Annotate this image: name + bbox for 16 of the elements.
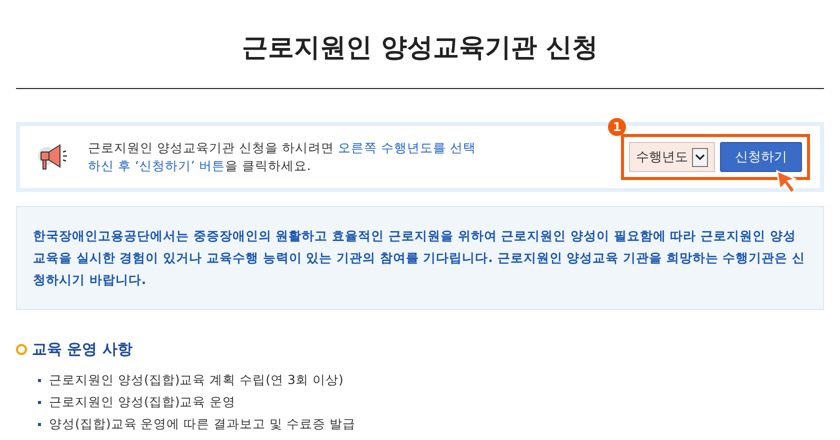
dropdown-icon — [692, 148, 708, 166]
list-item: 양성(집합)교육 운영에 따른 결과보고 및 수료증 발급 — [49, 415, 356, 433]
year-select[interactable]: 수행년도 — [629, 142, 715, 172]
step-badge: 1 — [608, 118, 626, 136]
apply-button[interactable]: 신청하기 — [720, 142, 802, 172]
ring-icon — [16, 344, 27, 355]
list-item: 근로지원인 양성(집합)교육 운영 — [49, 393, 236, 411]
bullet-icon — [38, 378, 41, 382]
notice-text: 근로지원인 양성교육기관 신청을 하시려면 오른쪽 수행년도를 선택하신 후 ‘신청하기’ 버튼을 클릭하세요. — [88, 139, 477, 175]
list-item: 근로지원인 양성(집합)교육 계획 수립(연 3회 이상) — [49, 371, 344, 389]
pointer-icon — [775, 169, 799, 195]
bullet-icon — [38, 400, 41, 404]
intro-panel: 한국장애인고용공단에서는 중증장애인의 원활하고 효율적인 근로지원을 위하여 근로지원인 양성이 필요함에 따라 근로지원인 양성교육을 실시한 경험이 있거나 교육수행 능력이 있는 기관의 참여를 기다립니다. 근로지원인 양성교육 기관을 희망하는 수행기관은 신청하시기 바랍니다. — [16, 206, 824, 310]
page-title: 근로지원인 양성교육기관 신청 — [240, 32, 600, 65]
bullet-icon — [38, 422, 41, 426]
section-heading: 교육 운영 사항 — [32, 340, 132, 359]
